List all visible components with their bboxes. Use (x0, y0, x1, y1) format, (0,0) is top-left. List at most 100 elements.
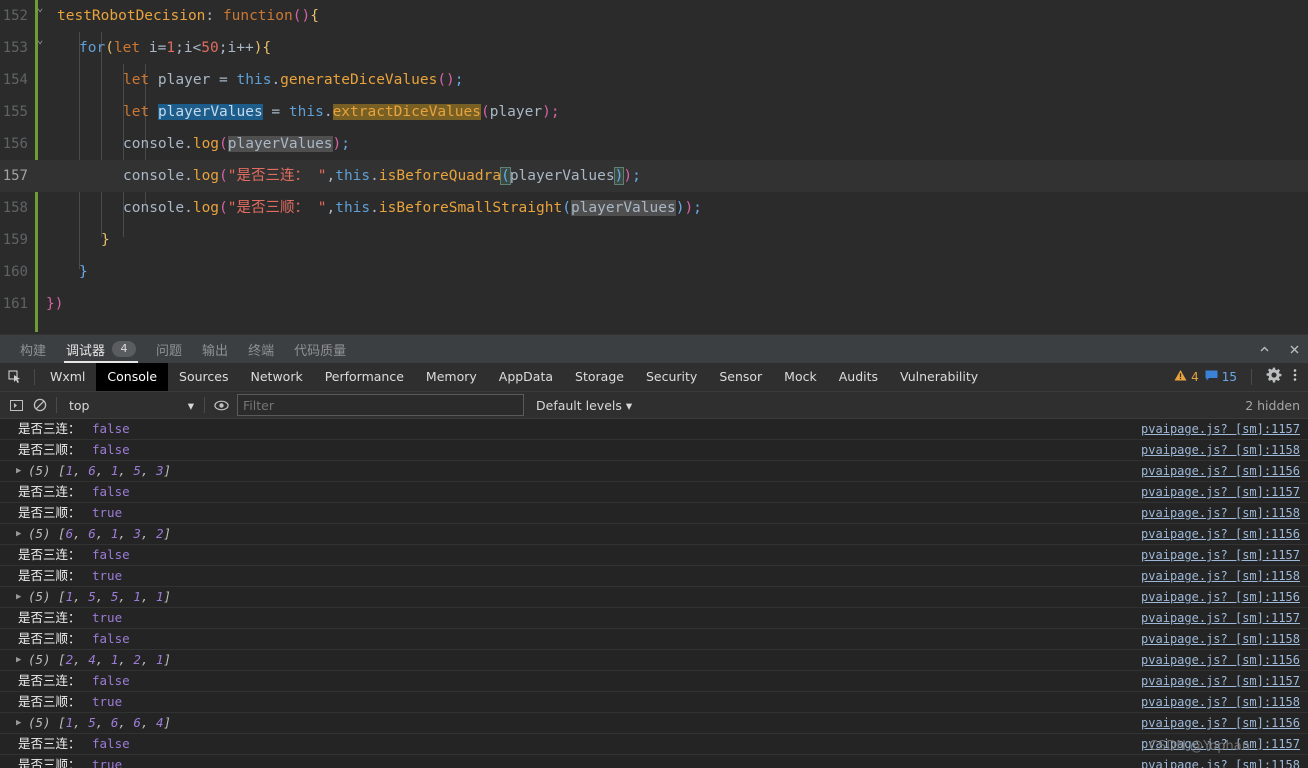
console-source-link[interactable]: pvaipage.js? [sm]:1156 (1141, 461, 1300, 481)
clear-console-icon[interactable] (28, 392, 52, 418)
info-count[interactable]: 15 (1205, 370, 1237, 385)
console-source-link[interactable]: pvaipage.js? [sm]:1158 (1141, 440, 1300, 460)
console-source-link[interactable]: pvaipage.js? [sm]:1156 (1141, 713, 1300, 733)
devtools-tab-console[interactable]: Console (96, 363, 169, 391)
devtools-tab-memory[interactable]: Memory (415, 363, 488, 391)
tool-tab-build[interactable]: 构建 (10, 335, 56, 363)
toolbar-divider (34, 369, 35, 385)
array-item: 6 (88, 526, 96, 541)
console-source-link[interactable]: pvaipage.js? [sm]:1157 (1141, 419, 1300, 439)
code-line-158[interactable]: 158 console.log("是否三顺： ",this.isBeforeSm… (0, 192, 1308, 224)
console-message-row[interactable]: 是否三顺： false pvaipage.js? [sm]:1158 (0, 440, 1308, 461)
console-message-row[interactable]: 是否三连： false pvaipage.js? [sm]:1157 (0, 734, 1308, 755)
tool-tab-label: 调试器 (66, 343, 106, 359)
devtools-tab-storage[interactable]: Storage (564, 363, 635, 391)
tool-tab-problems[interactable]: 问题 (146, 335, 192, 363)
expand-triangle-icon[interactable]: ▶ (16, 461, 26, 481)
expand-triangle-icon[interactable]: ▶ (16, 650, 26, 670)
expand-triangle-icon[interactable]: ▶ (16, 713, 26, 733)
console-source-link[interactable]: pvaipage.js? [sm]:1156 (1141, 650, 1300, 670)
code-editor[interactable]: 152 ⌄ testRobotDecision: function(){ 153… (0, 0, 1308, 334)
devtools-tab-audits[interactable]: Audits (828, 363, 889, 391)
console-message-row[interactable]: 是否三连： false pvaipage.js? [sm]:1157 (0, 482, 1308, 503)
console-source-link[interactable]: pvaipage.js? [sm]:1158 (1141, 566, 1300, 586)
line-number: 153 (2, 40, 28, 56)
code-content: for(let i=1;i<50;i++){ (79, 32, 271, 64)
console-message-row[interactable]: ▶ (5) [1, 5, 6, 6, 4] pvaipage.js? [sm]:11… (0, 713, 1308, 734)
console-source-link[interactable]: pvaipage.js? [sm]:1158 (1141, 755, 1300, 768)
console-message-row[interactable]: 是否三连： false pvaipage.js? [sm]:1157 (0, 419, 1308, 440)
console-filter-input[interactable] (237, 394, 524, 416)
array-separator: , (118, 652, 134, 667)
gear-icon[interactable] (1266, 367, 1282, 387)
warning-count[interactable]: 4 (1174, 369, 1199, 385)
collapse-chevron-up-icon[interactable] (1256, 341, 1272, 357)
console-message-text: 是否三连： false (18, 671, 130, 691)
console-message-row[interactable]: ▶ (5) [1, 5, 5, 1, 1] pvaipage.js? [sm]:11… (0, 587, 1308, 608)
tool-tab-terminal[interactable]: 终端 (238, 335, 284, 363)
code-content: let playerValues = this.extractDiceValue… (123, 96, 560, 128)
code-line-157[interactable]: 157 console.log("是否三连： ",this.isBeforeQu… (0, 160, 1308, 192)
console-source-link[interactable]: pvaipage.js? [sm]:1158 (1141, 692, 1300, 712)
console-message-row[interactable]: 是否三连： true pvaipage.js? [sm]:1157 (0, 608, 1308, 629)
console-message-row[interactable]: 是否三连： false pvaipage.js? [sm]:1157 (0, 671, 1308, 692)
kebab-menu-icon[interactable] (1288, 367, 1302, 387)
console-message-row[interactable]: 是否三顺： true pvaipage.js? [sm]:1158 (0, 566, 1308, 587)
devtools-tab-network[interactable]: Network (240, 363, 314, 391)
code-line-154[interactable]: 154 let player = this.generateDiceValues… (0, 64, 1308, 96)
console-sidebar-toggle-icon[interactable] (4, 392, 28, 418)
fold-chevron-icon[interactable]: ⌄ (33, 0, 47, 24)
token-brace: { (310, 8, 319, 24)
expand-triangle-icon[interactable]: ▶ (16, 524, 26, 544)
live-expression-eye-icon[interactable] (209, 392, 233, 418)
console-message-label: 是否三顺： (18, 442, 85, 457)
console-message-row[interactable]: 是否三顺： true pvaipage.js? [sm]:1158 (0, 503, 1308, 524)
console-source-link[interactable]: pvaipage.js? [sm]:1158 (1141, 629, 1300, 649)
devtools-tab-appdata[interactable]: AppData (488, 363, 564, 391)
console-message-row[interactable]: 是否三顺： true pvaipage.js? [sm]:1158 (0, 755, 1308, 768)
token-string-quadra: "是否三连： " (227, 168, 327, 184)
console-source-link[interactable]: pvaipage.js? [sm]:1156 (1141, 587, 1300, 607)
code-line-160[interactable]: 160 } (0, 256, 1308, 288)
token-isBeforeSmallStraight: isBeforeSmallStraight (378, 200, 563, 216)
fold-chevron-icon[interactable]: ⌄ (33, 24, 47, 56)
code-line-155[interactable]: 155 let playerValues = this.extractDiceV… (0, 96, 1308, 128)
execution-context-select[interactable]: top ▾ (61, 395, 200, 415)
tool-tab-code-quality[interactable]: 代码质量 (284, 335, 356, 363)
console-source-link[interactable]: pvaipage.js? [sm]:1157 (1141, 671, 1300, 691)
devtools-tab-mock[interactable]: Mock (773, 363, 828, 391)
code-content: } (101, 224, 110, 256)
console-source-link[interactable]: pvaipage.js? [sm]:1157 (1141, 608, 1300, 628)
code-line-156[interactable]: 156 console.log(playerValues); (0, 128, 1308, 160)
console-source-link[interactable]: pvaipage.js? [sm]:1157 (1141, 482, 1300, 502)
console-message-row[interactable]: ▶ (5) [2, 4, 1, 2, 1] pvaipage.js? [sm]:11… (0, 650, 1308, 671)
console-source-link[interactable]: pvaipage.js? [sm]:1156 (1141, 524, 1300, 544)
devtools-tab-sources[interactable]: Sources (168, 363, 239, 391)
code-line-153[interactable]: 153 ⌄ for(let i=1;i<50;i++){ (0, 32, 1308, 64)
console-source-link[interactable]: pvaipage.js? [sm]:1157 (1141, 545, 1300, 565)
console-message-row[interactable]: ▶ (5) [1, 6, 1, 5, 3] pvaipage.js? [sm]:11… (0, 461, 1308, 482)
devtools-tab-wxml[interactable]: Wxml (39, 363, 96, 391)
close-icon[interactable] (1286, 341, 1302, 357)
log-levels-select[interactable]: Default levels ▾ (536, 398, 632, 413)
code-line-152[interactable]: 152 ⌄ testRobotDecision: function(){ (0, 0, 1308, 32)
devtools-tab-performance[interactable]: Performance (314, 363, 415, 391)
inspect-element-icon[interactable] (0, 370, 30, 384)
code-line-159[interactable]: 159 } (0, 224, 1308, 256)
console-message-value: true (84, 694, 123, 709)
console-source-link[interactable]: pvaipage.js? [sm]:1158 (1141, 503, 1300, 523)
console-message-row[interactable]: ▶ (5) [6, 6, 1, 3, 2] pvaipage.js? [sm]:11… (0, 524, 1308, 545)
devtools-tab-vulnerability[interactable]: Vulnerability (889, 363, 989, 391)
code-line-161[interactable]: 161 }) (0, 288, 1308, 320)
console-message-row[interactable]: 是否三顺： false pvaipage.js? [sm]:1158 (0, 629, 1308, 650)
console-message-label: 是否三连： (18, 736, 85, 751)
devtools-tab-security[interactable]: Security (635, 363, 708, 391)
console-message-row[interactable]: 是否三顺： true pvaipage.js? [sm]:1158 (0, 692, 1308, 713)
tool-tab-output[interactable]: 输出 (192, 335, 238, 363)
expand-triangle-icon[interactable]: ▶ (16, 587, 26, 607)
devtools-tab-sensor[interactable]: Sensor (708, 363, 773, 391)
console-source-link[interactable]: pvaipage.js? [sm]:1157 (1141, 734, 1300, 754)
console-message-list[interactable]: 是否三连： false pvaipage.js? [sm]:1157 是否三顺： f… (0, 419, 1308, 768)
console-message-row[interactable]: 是否三连： false pvaipage.js? [sm]:1157 (0, 545, 1308, 566)
tool-tab-debugger[interactable]: 调试器 4 (56, 335, 146, 363)
